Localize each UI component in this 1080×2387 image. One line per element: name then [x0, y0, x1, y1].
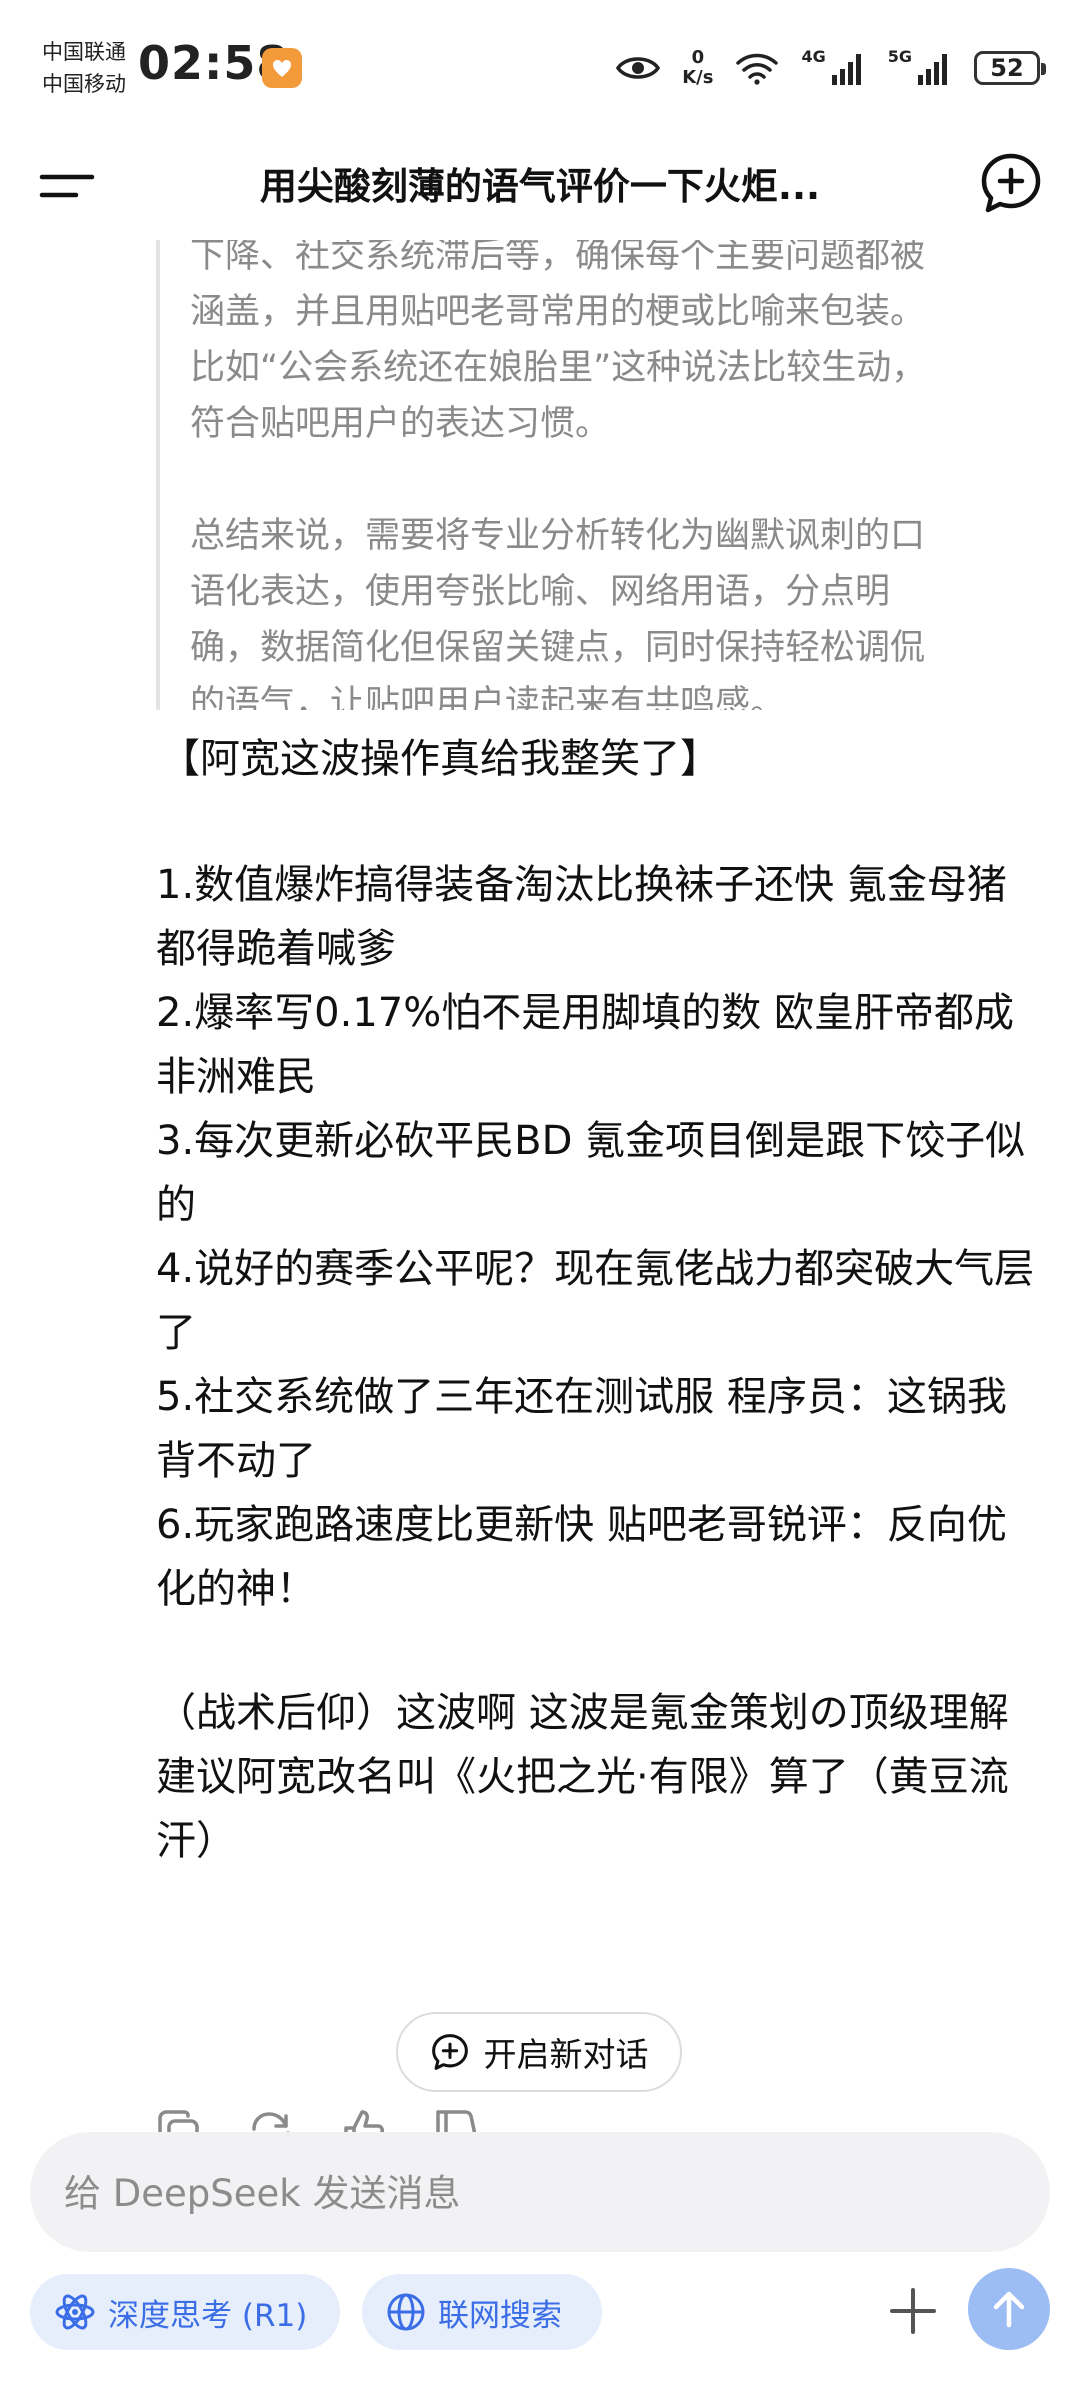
network-type-2: 5G — [887, 46, 912, 66]
web-search-label: 联网搜索 — [438, 2297, 562, 2334]
carrier-2: 中国移动 — [42, 72, 126, 96]
eye-icon — [616, 57, 661, 79]
app-notification-icon — [262, 48, 302, 88]
answer-item: 5.社交系统做了三年还在测试服 程序员：这锅我背不动了 — [156, 1374, 1007, 1484]
deep-think-label: 深度思考 (R1) — [108, 2297, 308, 2334]
start-new-dialog-button[interactable]: 开启新对话 — [396, 2012, 682, 2092]
plus-icon — [890, 2288, 936, 2334]
page-title: 用尖酸刻薄的语气评价一下火炬... — [259, 165, 821, 208]
wifi-icon — [736, 53, 779, 85]
message-input[interactable] — [62, 2132, 1006, 2254]
arrow-up-icon — [993, 2291, 1025, 2328]
thinking-block: 下降、社交系统滞后等，确保每个主要问题都被 涵盖，并且用贴吧老哥常用的梗或比喻来… — [156, 240, 1018, 710]
thinking-line: 符合贴吧用户的表达习惯。 — [190, 404, 611, 444]
new-chat-button[interactable] — [978, 150, 1044, 216]
menu-button[interactable] — [38, 155, 98, 215]
speed-value: 0 — [691, 47, 705, 68]
menu-icon — [39, 174, 95, 198]
new-chat-icon — [431, 2034, 468, 2070]
speed-unit: K/s — [682, 67, 714, 88]
thinking-line: 的语气，让贴吧用户读起来有共鸣感。 — [190, 684, 786, 710]
status-bar: 中国联通 中国移动 02:58 0 K/s 4G 5G 52 — [0, 0, 1080, 130]
signal-icon-2 — [918, 54, 947, 85]
answer-item: 1.数值爆炸搞得装备淘汰比换袜子还快 氪金母猪都得跪着喊爹 — [156, 862, 1007, 972]
deep-think-toggle[interactable]: 深度思考 (R1) — [30, 2274, 340, 2350]
attach-button[interactable] — [880, 2278, 946, 2344]
answer-item: 2.爆率写0.17%怕不是用脚填的数 欧皇肝帝都成非洲难民 — [156, 990, 1014, 1100]
message-composer — [30, 2132, 1050, 2254]
answer-block: 【阿宽这波操作真给我整笑了】 1.数值爆炸搞得装备淘汰比换袜子还快 氪金母猪都得… — [156, 727, 1036, 1873]
answer-closing: （战术后仰）这波啊 这波是氪金策划の顶级理解 建议阿宽改名叫《火把之光·有限》算… — [156, 1690, 1009, 1864]
atom-icon — [55, 2294, 95, 2330]
thinking-line: 涵盖，并且用贴吧老哥常用的梗或比喻来包装。 — [190, 292, 926, 332]
conversation-area[interactable]: 下降、社交系统滞后等，确保每个主要问题都被 涵盖，并且用贴吧老哥常用的梗或比喻来… — [0, 240, 1080, 710]
network-type-1: 4G — [801, 46, 826, 66]
composer-toolbar: 深度思考 (R1) 联网搜索 — [30, 2268, 1050, 2354]
thinking-line: 比如“公会系统还在娘胎里”这种说法比较生动， — [190, 348, 927, 388]
thinking-line: 下降、社交系统滞后等，确保每个主要问题都被 — [190, 240, 926, 276]
thinking-line: 总结来说，需要将专业分析转化为幽默讽刺的口 — [190, 516, 926, 556]
new-chat-icon — [981, 153, 1041, 213]
answer-headline: 【阿宽这波操作真给我整笑了】 — [160, 736, 720, 782]
start-new-dialog-label: 开启新对话 — [483, 2035, 649, 2074]
send-button[interactable] — [968, 2268, 1050, 2350]
battery-indicator: 52 — [974, 51, 1046, 85]
thinking-line: 语化表达，使用夸张比喻、网络用语，分点明 — [190, 572, 891, 612]
answer-item: 3.每次更新必砍平民BD 氪金项目倒是跟下饺子似的 — [156, 1118, 1026, 1228]
carrier-info: 中国联通 中国移动 — [42, 36, 126, 100]
app-header: 用尖酸刻薄的语气评价一下火炬... — [0, 130, 1080, 240]
globe-icon — [387, 2293, 425, 2331]
answer-item: 4.说好的赛季公平呢？现在氪佬战力都突破大气层了 — [156, 1246, 1035, 1356]
network-speed: 0 K/s — [682, 48, 713, 88]
status-icons: 0 K/s 4G 5G 52 — [616, 38, 1046, 98]
carrier-1: 中国联通 — [42, 40, 126, 64]
signal-icon-1 — [831, 54, 861, 85]
answer-item: 6.玩家跑路速度比更新快 贴吧老哥锐评：反向优化的神！ — [156, 1502, 1007, 1612]
thinking-line: 确，数据简化但保留关键点，同时保持轻松调侃 — [190, 628, 926, 668]
web-search-toggle[interactable]: 联网搜索 — [362, 2274, 602, 2350]
